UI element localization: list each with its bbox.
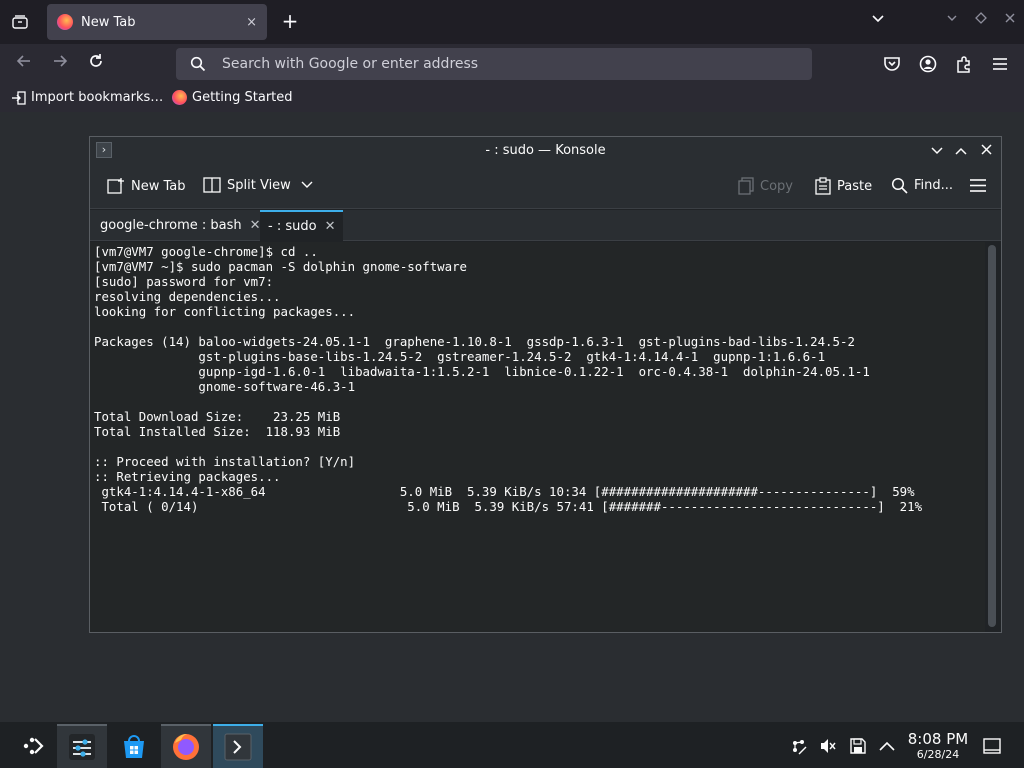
volume-muted-icon[interactable]	[818, 736, 838, 756]
bookmarks-toolbar: Import bookmarks… Getting Started	[0, 84, 1024, 112]
konsole-toolbar: New Tab Split View Copy Paste Find...	[90, 165, 1001, 209]
find-button[interactable]: Find...	[891, 177, 953, 194]
new-tab-button[interactable]: +	[279, 10, 301, 32]
close-tab-icon[interactable]: ✕	[325, 219, 336, 234]
network-icon[interactable]	[788, 736, 808, 756]
browser-tab-bar: New Tab × +	[0, 0, 1024, 44]
window-title: - : sudo — Konsole	[485, 143, 606, 158]
split-view-icon	[203, 177, 221, 193]
konsole-window: › - : sudo — Konsole New Tab Split View …	[89, 136, 1002, 633]
back-icon[interactable]	[12, 52, 36, 76]
bookmark-getting-started[interactable]: Getting Started	[172, 90, 293, 105]
konsole-icon[interactable]	[213, 724, 263, 768]
tab-sudo[interactable]: - : sudo ✕	[260, 210, 344, 241]
browser-nav-bar	[0, 44, 1024, 84]
paste-button[interactable]: Paste	[815, 177, 872, 195]
split-view-button[interactable]: Split View	[203, 177, 319, 193]
paste-label: Paste	[837, 178, 873, 194]
tab-label: - : sudo	[268, 219, 317, 234]
digital-clock[interactable]: 8:08 PM 6/28/24	[896, 730, 980, 762]
bookmark-import[interactable]: Import bookmarks…	[12, 90, 163, 105]
terminal-output[interactable]: [vm7@VM7 google-chrome]$ cd .. [vm7@VM7 …	[90, 242, 985, 632]
new-tab-button[interactable]: New Tab	[107, 177, 186, 195]
firefox-icon[interactable]	[161, 724, 211, 768]
firefox-favicon-icon	[172, 90, 187, 105]
close-tab-icon[interactable]: ✕	[250, 218, 261, 233]
maximize-icon[interactable]	[951, 141, 971, 161]
close-window-icon[interactable]	[1004, 12, 1016, 27]
minimize-icon[interactable]	[946, 12, 958, 26]
pocket-icon[interactable]	[881, 53, 903, 75]
minimize-icon[interactable]	[927, 141, 947, 161]
chevron-down-icon[interactable]	[871, 12, 885, 28]
restore-icon[interactable]	[975, 12, 987, 27]
hamburger-menu-icon[interactable]	[970, 179, 992, 192]
extensions-icon[interactable]	[953, 53, 975, 75]
browser-tab-title: New Tab	[81, 14, 136, 30]
list-all-tabs-icon[interactable]	[8, 11, 32, 33]
address-bar[interactable]	[176, 48, 812, 80]
new-tab-label: New Tab	[131, 178, 186, 194]
new-tab-icon	[107, 178, 124, 194]
terminal-scrollbar[interactable]	[985, 242, 1001, 632]
save-icon[interactable]	[848, 736, 868, 756]
forward-icon[interactable]	[48, 52, 72, 76]
search-icon	[891, 177, 908, 194]
window-titlebar[interactable]: › - : sudo — Konsole	[90, 137, 1001, 165]
reload-icon[interactable]	[84, 52, 108, 76]
tab-google-chrome-bash[interactable]: google-chrome : bash ✕	[92, 210, 269, 241]
show-desktop-icon[interactable]	[982, 736, 1002, 756]
taskbar: 8:08 PM 6/28/24	[0, 722, 1024, 768]
bookmark-label: Getting Started	[192, 90, 293, 105]
chevron-down-icon	[301, 181, 313, 188]
search-icon	[190, 56, 206, 72]
import-icon	[12, 90, 26, 105]
system-settings-icon[interactable]	[57, 724, 107, 768]
konsole-tab-bar: google-chrome : bash ✕ - : sudo ✕	[90, 210, 1001, 241]
discover-store-icon[interactable]	[109, 724, 159, 768]
copy-label: Copy	[760, 178, 793, 194]
application-launcher-icon[interactable]	[8, 724, 58, 768]
search-input[interactable]	[222, 56, 782, 72]
terminal-text: [vm7@VM7 google-chrome]$ cd .. [vm7@VM7 …	[94, 244, 923, 514]
show-hidden-icons-icon[interactable]	[877, 736, 897, 756]
browser-tab[interactable]: New Tab ×	[47, 4, 267, 40]
clock-date: 6/28/24	[916, 748, 960, 761]
copy-button[interactable]: Copy	[738, 177, 793, 195]
tab-close-button[interactable]: ×	[246, 15, 257, 30]
split-view-label: Split View	[227, 177, 291, 193]
bookmark-label: Import bookmarks…	[31, 90, 164, 105]
copy-icon	[738, 177, 754, 195]
menu-icon[interactable]	[989, 53, 1011, 75]
paste-icon	[815, 177, 831, 195]
close-icon[interactable]	[976, 141, 996, 161]
tab-label: google-chrome : bash	[100, 218, 242, 233]
clock-time: 8:08 PM	[907, 730, 969, 748]
firefox-favicon-icon	[57, 14, 73, 30]
find-label: Find...	[914, 178, 954, 193]
scrollbar-thumb[interactable]	[988, 245, 996, 627]
account-icon[interactable]	[917, 53, 939, 75]
